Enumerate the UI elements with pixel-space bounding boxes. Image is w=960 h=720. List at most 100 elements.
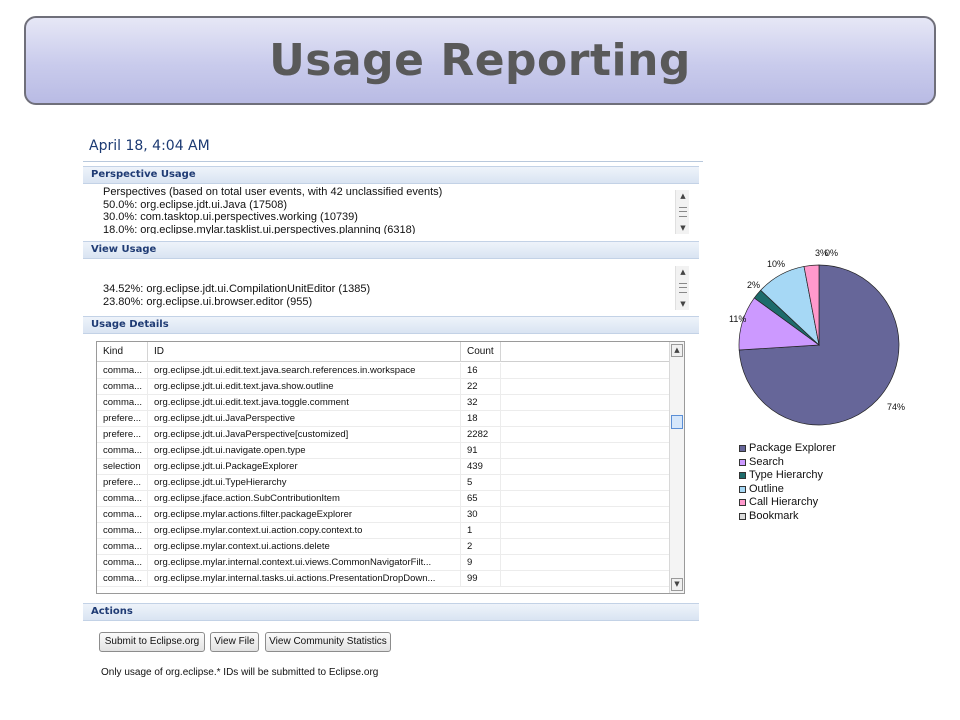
table-row[interactable]: comma... org.eclipse.mylar.context.ui.act… bbox=[97, 539, 671, 555]
view-line: 23.80%: org.eclipse.ui.browser.editor (9… bbox=[103, 295, 313, 308]
table-row[interactable]: comma... org.eclipse.mylar.context.ui.act… bbox=[97, 523, 671, 539]
scroll-down-icon[interactable]: ▼ bbox=[671, 578, 683, 591]
cell-kind: prefere... bbox=[97, 427, 148, 443]
usage-details-table[interactable]: Kind ID Count comma... org.eclipse.jdt.ui… bbox=[96, 341, 685, 594]
table-row[interactable]: comma... org.eclipse.jface.action.SubCont… bbox=[97, 491, 671, 507]
scroll-grip-icon[interactable] bbox=[679, 207, 687, 217]
cell-id: org.eclipse.jdt.ui.edit.text.java.toggle… bbox=[148, 395, 461, 411]
cell-id: org.eclipse.jdt.ui.TypeHierarchy bbox=[148, 475, 461, 491]
table-row[interactable]: comma... org.eclipse.jdt.ui.edit.text.jav… bbox=[97, 395, 671, 411]
legend-swatch bbox=[739, 499, 746, 506]
legend-swatch bbox=[739, 458, 746, 466]
cell-filler bbox=[501, 491, 671, 507]
cell-kind: comma... bbox=[97, 363, 148, 379]
perspective-line: 50.0%: org.eclipse.jdt.ui.Java (17508) bbox=[103, 198, 288, 211]
perspective-scrollbar[interactable]: ▲ ▼ bbox=[675, 190, 689, 234]
table-row[interactable]: comma... org.eclipse.mylar.internal.tasks… bbox=[97, 571, 671, 587]
cell-kind: selection bbox=[97, 459, 148, 475]
legend-swatch bbox=[739, 512, 746, 520]
view-line: 34.52%: org.eclipse.jdt.ui.CompilationUn… bbox=[103, 283, 371, 295]
legend-label: Call Hierarchy bbox=[749, 496, 819, 508]
scroll-up-icon[interactable]: ▲ bbox=[676, 190, 690, 202]
cell-kind: prefere... bbox=[97, 411, 148, 427]
cell-id: org.eclipse.jdt.ui.edit.text.java.search… bbox=[148, 363, 461, 379]
view-file-button[interactable]: View File bbox=[210, 632, 259, 652]
cell-kind: comma... bbox=[97, 379, 148, 395]
legend-label: Package Explorer bbox=[749, 442, 836, 454]
cell-id: org.eclipse.mylar.internal.context.ui.vi… bbox=[148, 555, 461, 571]
legend-swatch bbox=[739, 485, 746, 493]
actions-header[interactable]: Actions bbox=[83, 603, 699, 621]
cell-count: 18 bbox=[461, 411, 501, 427]
view-usage-pie-chart: 74% 11% 2% 10% 3% 0% Package Explorer Search Ty… bbox=[705, 240, 945, 540]
table-row[interactable]: selection org.eclipse.jdt.ui.PackageExplo… bbox=[97, 459, 671, 475]
view-usage-header[interactable]: View Usage bbox=[83, 241, 699, 259]
cell-id: org.eclipse.jface.action.SubContribution… bbox=[148, 491, 461, 507]
pie-chart-svg: 74%11%2%10%3%0% bbox=[729, 248, 905, 426]
cell-kind: comma... bbox=[97, 539, 148, 555]
legend-label: Bookmark bbox=[749, 509, 799, 522]
view-usage-text[interactable]: 34.52%: org.eclipse.jdt.ui.CompilationUn… bbox=[103, 283, 688, 311]
cell-filler bbox=[501, 475, 671, 491]
perspective-usage-header[interactable]: Perspective Usage bbox=[83, 166, 699, 184]
cell-kind: comma... bbox=[97, 507, 148, 523]
cell-filler bbox=[501, 395, 671, 411]
scroll-up-icon[interactable]: ▲ bbox=[671, 344, 683, 357]
cell-filler bbox=[501, 507, 671, 523]
scroll-up-icon[interactable]: ▲ bbox=[676, 266, 690, 278]
scroll-down-icon[interactable]: ▼ bbox=[676, 222, 690, 234]
table-row[interactable]: comma... org.eclipse.mylar.actions.filter… bbox=[97, 507, 671, 523]
cell-count: 2282 bbox=[461, 427, 501, 443]
cell-count: 2 bbox=[461, 539, 501, 555]
scroll-thumb[interactable] bbox=[671, 415, 683, 429]
perspective-line: 18.0%: org.eclipse.mylar.tasklist.ui.per… bbox=[103, 223, 416, 235]
cell-count: 1 bbox=[461, 523, 501, 539]
cell-filler bbox=[501, 459, 671, 475]
cell-id: org.eclipse.jdt.ui.JavaPerspective[custo… bbox=[148, 427, 461, 443]
submit-to-eclipse-button[interactable]: Submit to Eclipse.org bbox=[99, 632, 205, 652]
table-row[interactable]: prefere... org.eclipse.jdt.ui.JavaPerspec… bbox=[97, 411, 671, 427]
table-row[interactable]: comma... org.eclipse.jdt.ui.navigate.open… bbox=[97, 443, 671, 459]
cell-count: 99 bbox=[461, 571, 501, 587]
panel-header: April 18, 4:04 AM bbox=[83, 130, 703, 162]
scroll-grip-icon[interactable] bbox=[679, 283, 687, 293]
cell-kind: comma... bbox=[97, 443, 148, 459]
table-scrollbar[interactable]: ▲ ▼ bbox=[669, 342, 684, 593]
view-usage-scrollbar[interactable]: ▲ ▼ bbox=[675, 266, 689, 310]
cell-id: org.eclipse.jdt.ui.navigate.open.type bbox=[148, 443, 461, 459]
table-row[interactable]: prefere... org.eclipse.jdt.ui.TypeHierarc… bbox=[97, 475, 671, 491]
table-row[interactable]: comma... org.eclipse.mylar.internal.conte… bbox=[97, 555, 671, 571]
column-header-count[interactable]: Count bbox=[461, 342, 501, 362]
view-community-statistics-button[interactable]: View Community Statistics bbox=[265, 632, 391, 652]
cell-count: 439 bbox=[461, 459, 501, 475]
perspective-line: Perspectives (based on total user events… bbox=[103, 186, 443, 198]
cell-kind: comma... bbox=[97, 523, 148, 539]
cell-id: org.eclipse.jdt.ui.edit.text.java.show.o… bbox=[148, 379, 461, 395]
report-date: April 18, 4:04 AM bbox=[89, 137, 210, 154]
cell-filler bbox=[501, 411, 671, 427]
perspective-usage-text[interactable]: Perspectives (based on total user events… bbox=[103, 186, 688, 234]
usage-details-header[interactable]: Usage Details bbox=[83, 316, 699, 334]
table-row[interactable]: prefere... org.eclipse.jdt.ui.JavaPerspec… bbox=[97, 427, 671, 443]
table-row[interactable]: comma... org.eclipse.jdt.ui.edit.text.jav… bbox=[97, 363, 671, 379]
column-header-kind[interactable]: Kind bbox=[97, 342, 148, 362]
table-row[interactable]: comma... org.eclipse.jdt.ui.edit.text.jav… bbox=[97, 379, 671, 395]
submission-note: Only usage of org.eclipse.* IDs will be … bbox=[101, 667, 379, 678]
cell-count: 91 bbox=[461, 443, 501, 459]
column-header-id[interactable]: ID bbox=[148, 342, 461, 362]
cell-count: 30 bbox=[461, 507, 501, 523]
perspective-line: 30.0%: com.tasktop.ui.perspectives.worki… bbox=[103, 211, 358, 223]
cell-kind: comma... bbox=[97, 571, 148, 587]
cell-filler bbox=[501, 443, 671, 459]
cell-kind: comma... bbox=[97, 555, 148, 571]
cell-kind: comma... bbox=[97, 491, 148, 507]
cell-filler bbox=[501, 523, 671, 539]
cell-count: 32 bbox=[461, 395, 501, 411]
legend-swatch bbox=[739, 445, 746, 452]
cell-filler bbox=[501, 539, 671, 555]
scroll-down-icon[interactable]: ▼ bbox=[676, 298, 690, 310]
cell-filler bbox=[501, 427, 671, 443]
cell-filler bbox=[501, 571, 671, 587]
cell-kind: prefere... bbox=[97, 475, 148, 491]
cell-id: org.eclipse.mylar.context.ui.action.copy… bbox=[148, 523, 461, 539]
